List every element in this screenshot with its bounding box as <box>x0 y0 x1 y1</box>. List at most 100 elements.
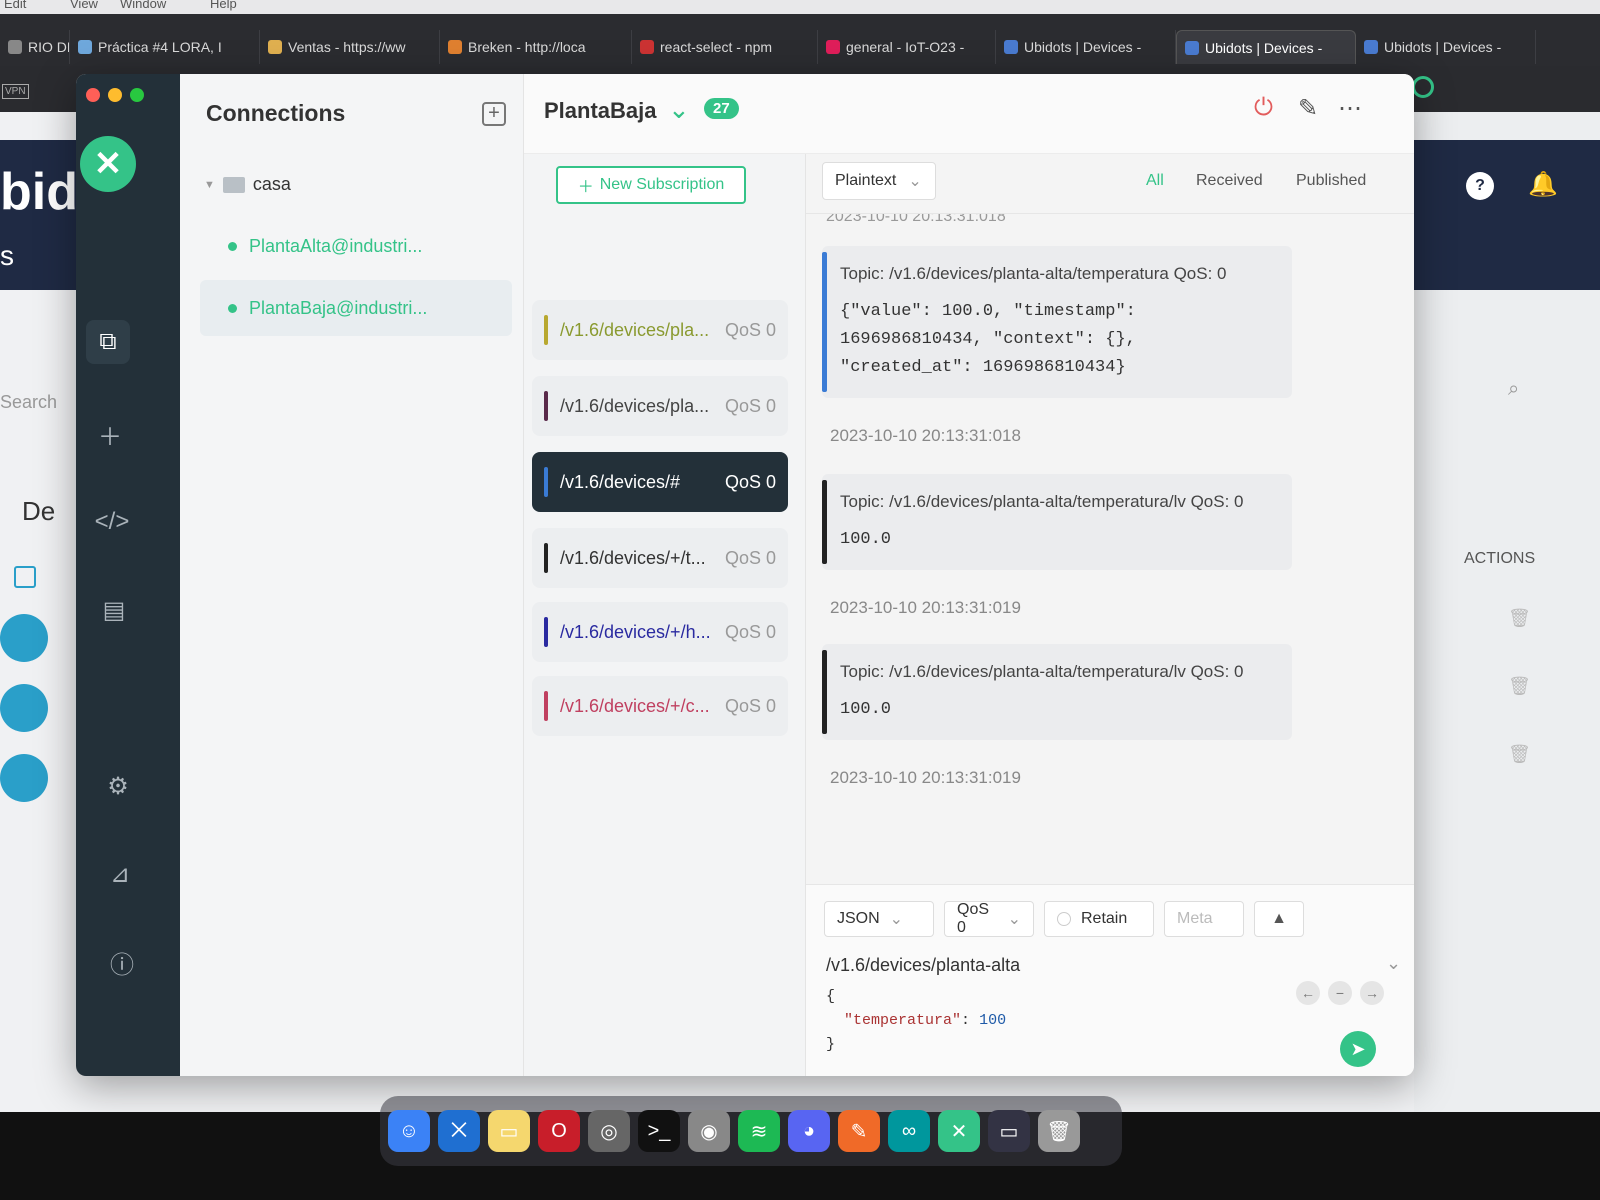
minimize-window-button[interactable] <box>108 88 122 102</box>
publish-format-select[interactable]: JSON ⌄ <box>824 901 934 937</box>
chevron-down-icon: ⌄ <box>908 173 922 190</box>
history-back-icon[interactable]: ← <box>1296 981 1320 1005</box>
subscription-color-bar <box>544 467 548 497</box>
sublime-dock-icon[interactable]: ✎ <box>838 1110 880 1152</box>
send-icon[interactable]: ➤ <box>1340 1031 1376 1067</box>
message-filter-bar: Plaintext ⌄ All Received Published <box>806 154 1414 214</box>
trash-icon[interactable]: 🗑 <box>1508 608 1531 629</box>
meta-button[interactable]: Meta <box>1164 901 1244 937</box>
expand-up-icon[interactable]: ▲ <box>1254 901 1304 937</box>
finder-dock-icon[interactable]: ☺ <box>388 1110 430 1152</box>
log-icon[interactable]: ▤ <box>92 588 136 632</box>
subscription-item[interactable]: /v1.6/devices/+/t... QoS 0 <box>532 528 788 588</box>
message-card[interactable]: Topic: /v1.6/devices/planta-alta/tempera… <box>822 644 1292 740</box>
connections-nav-icon[interactable]: ⧉ <box>86 320 130 364</box>
trash-icon[interactable]: 🗑 <box>1508 676 1531 697</box>
notes-dock-icon[interactable]: ▭ <box>488 1110 530 1152</box>
menu-help[interactable]: Help <box>210 0 237 11</box>
message-card[interactable]: Topic: /v1.6/devices/planta-alta/tempera… <box>822 246 1292 398</box>
browser-tab[interactable]: react-select - npm <box>632 30 818 64</box>
opera-dock-icon[interactable]: O <box>538 1110 580 1152</box>
message-payload: 100.0 <box>840 530 892 549</box>
browser-tab[interactable]: Ventas - https://ww <box>260 30 440 64</box>
background-brand: bid <box>0 163 78 221</box>
vscode-dock-icon[interactable]: ⨉ <box>438 1110 480 1152</box>
connection-item-plantaalta[interactable]: PlantaAlta@industri... <box>200 218 512 274</box>
terminal-dock-icon[interactable]: >_ <box>638 1110 680 1152</box>
about-info-icon[interactable]: ⓘ <box>100 940 144 984</box>
tab-label: Ubidots | Devices - <box>1384 39 1502 55</box>
subscription-item[interactable]: /v1.6/devices/+/h... QoS 0 <box>532 602 788 662</box>
browser-tab[interactable]: RIO DE L <box>0 30 70 64</box>
vpn-icon: VPN <box>2 84 29 99</box>
feed-icon[interactable]: ⊿ <box>98 852 142 896</box>
payload-format-select[interactable]: Plaintext ⌄ <box>822 162 936 200</box>
add-connection-button[interactable]: + <box>482 102 506 126</box>
retain-toggle[interactable]: Retain <box>1044 901 1154 937</box>
background-search-input[interactable]: Search <box>0 392 57 413</box>
help-icon[interactable]: ? <box>1466 172 1494 200</box>
more-options-icon[interactable]: ⋯ <box>1338 94 1362 123</box>
settings-gear-icon[interactable]: ⚙ <box>96 764 140 808</box>
mqttx-dock-icon[interactable]: ✕ <box>938 1110 980 1152</box>
new-connection-icon[interactable]: ＋ <box>88 412 132 456</box>
chatgpt-dock-icon[interactable]: ◎ <box>588 1110 630 1152</box>
chevron-down-icon: ⌄ <box>889 911 904 928</box>
folder-label: casa <box>252 174 291 194</box>
menu-window[interactable]: Window <box>120 0 166 11</box>
browser-tab[interactable]: Breken - http://loca <box>440 30 632 64</box>
browser-tab[interactable]: Práctica #4 LORA, I <box>70 30 260 64</box>
browser-tab[interactable]: Ubidots | Devices - <box>1176 30 1356 64</box>
maximize-window-button[interactable] <box>130 88 144 102</box>
connection-label: PlantaBaja@industri... <box>249 297 428 318</box>
message-topic: Topic: /v1.6/devices/planta-alta/tempera… <box>840 264 1227 283</box>
browser-tab[interactable]: Ubidots | Devices - <box>1356 30 1536 64</box>
subscription-color-bar <box>544 391 548 421</box>
tab-label: Ubidots | Devices - <box>1024 39 1142 55</box>
message-timestamp: 2023-10-10 20:13:31:018 <box>830 426 1021 445</box>
arduino-dock-icon[interactable]: ∞ <box>888 1110 930 1152</box>
filter-tab-published[interactable]: Published <box>1296 172 1366 190</box>
connection-folder[interactable]: ▼ casa <box>204 174 291 195</box>
edit-pencil-icon[interactable]: ✎ <box>1298 94 1318 123</box>
message-timestamp: 2023-10-10 20:13:31:019 <box>830 598 1021 617</box>
subscription-item[interactable]: /v1.6/devices/pla... QoS 0 <box>532 376 788 436</box>
subscription-topic: /v1.6/devices/+/c... <box>560 695 710 716</box>
script-icon[interactable]: </> <box>90 500 134 544</box>
disconnect-power-icon[interactable]: ⏻ <box>1254 94 1273 122</box>
connection-label: PlantaAlta@industri... <box>249 235 423 256</box>
menu-edit[interactable]: Edit <box>4 0 26 11</box>
menu-view[interactable]: View <box>70 0 98 11</box>
subscription-item[interactable]: /v1.6/devices/# QoS 0 <box>532 452 788 512</box>
message-card[interactable]: Topic: /v1.6/devices/planta-alta/tempera… <box>822 474 1292 570</box>
new-subscription-button[interactable]: ＋ New Subscription <box>556 166 746 204</box>
publish-qos-select[interactable]: QoS 0 ⌄ <box>944 901 1034 937</box>
subscription-item[interactable]: /v1.6/devices/pla... QoS 0 <box>532 300 788 360</box>
filter-tab-all[interactable]: All <box>1146 172 1164 190</box>
close-window-button[interactable] <box>86 88 100 102</box>
browser-tab[interactable]: Ubidots | Devices - <box>996 30 1176 64</box>
trash-dock-icon[interactable]: 🗑 <box>1038 1110 1080 1152</box>
connection-item-plantabaja[interactable]: PlantaBaja@industri... <box>200 280 512 336</box>
publish-topic-input[interactable]: /v1.6/devices/planta-alta <box>826 955 1386 976</box>
bell-icon[interactable]: 🔔 <box>1528 170 1558 199</box>
finder-window-dock-icon[interactable]: ▭ <box>988 1110 1030 1152</box>
spotify-dock-icon[interactable]: ≋ <box>738 1110 780 1152</box>
background-search-icon[interactable]: ⌕ <box>1508 378 1519 401</box>
discord-dock-icon[interactable]: ◕ <box>788 1110 830 1152</box>
screenshot-dock-icon[interactable]: ◉ <box>688 1110 730 1152</box>
message-topic: Topic: /v1.6/devices/planta-alta/tempera… <box>840 662 1244 681</box>
browser-tab[interactable]: general - IoT-O23 - <box>818 30 996 64</box>
publish-payload-editor[interactable]: { "temperatura": 100 } <box>826 985 1006 1057</box>
subscription-topic: /v1.6/devices/# <box>560 471 681 492</box>
subscription-item[interactable]: /v1.6/devices/+/c... QoS 0 <box>532 676 788 736</box>
trash-icon[interactable]: 🗑 <box>1508 744 1531 765</box>
extension-icon[interactable] <box>1412 76 1434 98</box>
history-clear-icon[interactable]: − <box>1328 981 1352 1005</box>
publish-panel: JSON ⌄ QoS 0 ⌄ Retain Meta ▲ /v1.6/devic… <box>806 884 1414 1076</box>
collapse-chevron-icon[interactable]: ⌄ <box>668 94 690 125</box>
history-forward-icon[interactable]: → <box>1360 981 1384 1005</box>
topic-dropdown-chevron-icon[interactable]: ⌄ <box>1386 953 1401 974</box>
background-checkbox[interactable] <box>14 566 36 588</box>
filter-tab-received[interactable]: Received <box>1196 172 1263 190</box>
